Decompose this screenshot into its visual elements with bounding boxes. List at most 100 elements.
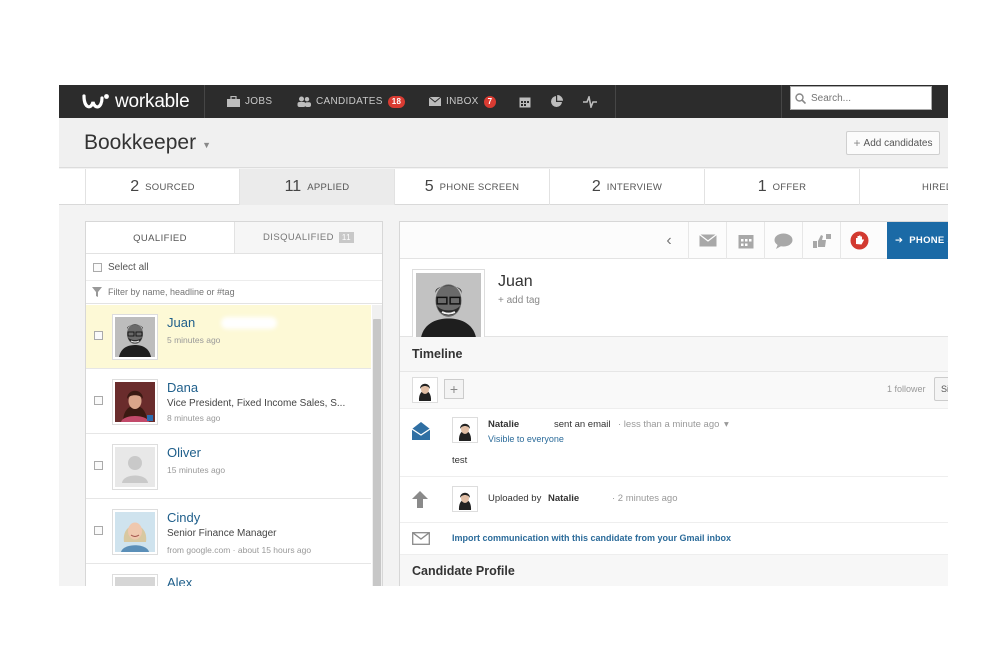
candidate-checkbox[interactable] [94, 526, 103, 535]
event-action: sent an email [554, 419, 611, 430]
select-all[interactable]: Select all [93, 260, 149, 274]
gmail-import-link[interactable]: Import communication with this candidate… [452, 533, 731, 543]
rate-candidate-button[interactable] [802, 222, 840, 259]
avatar [112, 509, 158, 555]
stage-hired[interactable]: HIRED [859, 169, 948, 205]
nav-reports[interactable] [550, 85, 563, 118]
tab-disqualified-label: DISQUALIFIED [263, 232, 334, 243]
global-search[interactable] [790, 86, 932, 110]
schedule-event-button[interactable] [726, 222, 764, 259]
list-item[interactable]: Juan 5 minutes ago [86, 305, 371, 369]
stage-sourced[interactable]: 2 SOURCED [85, 169, 239, 205]
candidate-list-panel: QUALIFIED DISQUALIFIED 11 Select all Fil… [85, 221, 383, 586]
nav-jobs[interactable]: JOBS [227, 85, 272, 118]
list-scrollbar[interactable] [372, 305, 382, 586]
chevron-left-icon: ‹ [666, 231, 672, 249]
avatar [112, 574, 158, 586]
follower-avatar [412, 377, 438, 403]
stage-offer[interactable]: 1 OFFER [704, 169, 859, 205]
timeline-title: Timeline [412, 347, 463, 361]
list-item[interactable]: Cindy Senior Finance Manager from google… [86, 500, 371, 564]
candidate-list: Juan 5 minutes ago Dana Vice President, … [86, 305, 371, 586]
search-input[interactable] [811, 92, 921, 104]
nav-calendar[interactable] [519, 85, 531, 118]
job-title: Bookkeeper [84, 131, 197, 154]
candidate-time: from google.com · about 15 hours ago [167, 545, 312, 555]
nav-activity[interactable] [583, 85, 597, 118]
event-actor[interactable]: Natalie [488, 419, 519, 430]
candidate-profile-header: Juan + add tag [400, 259, 948, 342]
plus-icon: + [853, 136, 861, 150]
tab-qualified[interactable]: QUALIFIED [86, 222, 234, 254]
list-item[interactable]: Dana Vice President, Fixed Income Sales,… [86, 370, 371, 434]
upload-arrow-icon [412, 491, 428, 508]
candidate-time: 15 minutes ago [167, 465, 226, 475]
list-item[interactable]: Alex [86, 565, 371, 586]
stage-count: 11 [284, 178, 302, 195]
candidate-profile-title: Candidate Profile [412, 564, 515, 578]
event-time: · 2 minutes ago [612, 493, 678, 504]
add-tag-link[interactable]: + add tag [498, 295, 540, 306]
disqualify-button[interactable] [840, 222, 878, 259]
job-title-dropdown[interactable]: Bookkeeper ▼ [84, 131, 211, 155]
top-navbar: workable JOBS CANDIDATES 18 INBOX 7 [59, 85, 948, 118]
previous-candidate-button[interactable]: ‹ [650, 222, 688, 259]
qualification-tabs: QUALIFIED DISQUALIFIED 11 [86, 222, 382, 254]
nav-divider [615, 85, 616, 118]
candidate-headline: Senior Finance Manager [167, 528, 277, 539]
stop-hand-icon [850, 231, 869, 250]
filter-icon [92, 287, 102, 297]
users-icon [297, 96, 311, 107]
candidate-headline: Vice President, Fixed Income Sales, S... [167, 398, 346, 409]
caret-down-icon: ▼ [202, 140, 211, 150]
brand-name: workable [115, 90, 190, 112]
event-actor[interactable]: Natalie [548, 493, 579, 504]
nav-inbox[interactable]: INBOX 7 [429, 85, 497, 118]
move-to-stage-button[interactable]: ➔ PHONE S [887, 222, 948, 259]
pulse-icon [583, 95, 597, 108]
list-item[interactable]: Oliver 15 minutes ago [86, 435, 371, 499]
stage-applied[interactable]: 11 APPLIED [239, 169, 394, 205]
add-comment-button[interactable] [764, 222, 802, 259]
stage-phone-screen[interactable]: 5 PHONE SCREEN [394, 169, 549, 205]
tab-disqualified[interactable]: DISQUALIFIED 11 [234, 222, 382, 254]
workable-logo-icon [82, 93, 109, 108]
follow-button[interactable]: Si [934, 377, 948, 401]
candidate-checkbox[interactable] [94, 396, 103, 405]
envelope-icon [698, 234, 717, 247]
candidate-checkbox[interactable] [94, 331, 103, 340]
filter-input[interactable] [108, 287, 358, 297]
add-candidates-label: Add candidates [863, 137, 933, 149]
avatar-photo [115, 317, 155, 357]
candidate-name: Dana [167, 380, 199, 395]
candidate-checkbox[interactable] [94, 461, 103, 470]
candidate-profile-section: Candidate Profile [400, 555, 948, 586]
candidate-name: Oliver [167, 445, 201, 460]
candidate-detail-panel: ‹ ➔ PHONE S [399, 221, 948, 586]
actor-avatar [452, 486, 478, 512]
stage-label: PHONE SCREEN [439, 181, 520, 193]
candidate-time: 5 minutes ago [167, 335, 221, 345]
select-all-label: Select all [108, 261, 149, 273]
nav-candidates-label: CANDIDATES [316, 96, 383, 107]
candidate-action-bar: ‹ ➔ PHONE S [400, 222, 948, 259]
event-visibility: Visible to everyone [488, 434, 564, 444]
pipeline-stages: 2 SOURCED 11 APPLIED 5 PHONE SCREEN 2 IN… [59, 169, 948, 205]
chevron-down-icon[interactable]: ▾ [724, 419, 729, 430]
candidates-count-badge: 18 [387, 95, 406, 108]
brand-logo[interactable]: workable [81, 89, 190, 114]
briefcase-icon [227, 96, 240, 107]
stage-interview[interactable]: 2 INTERVIEW [549, 169, 704, 205]
nav-candidates[interactable]: CANDIDATES 18 [297, 85, 406, 118]
select-all-checkbox[interactable] [93, 262, 102, 272]
add-follower-button[interactable]: + [444, 379, 464, 399]
send-email-button[interactable] [688, 222, 726, 259]
filter-bar [86, 280, 382, 304]
email-sent-icon [412, 422, 430, 440]
envelope-icon [429, 97, 441, 106]
add-candidates-button[interactable]: + Add candidates [846, 131, 940, 155]
scrollbar-thumb[interactable] [373, 319, 381, 586]
candidate-time: 8 minutes ago [167, 413, 221, 423]
avatar-photo [454, 419, 476, 441]
default-avatar-icon [115, 447, 155, 487]
